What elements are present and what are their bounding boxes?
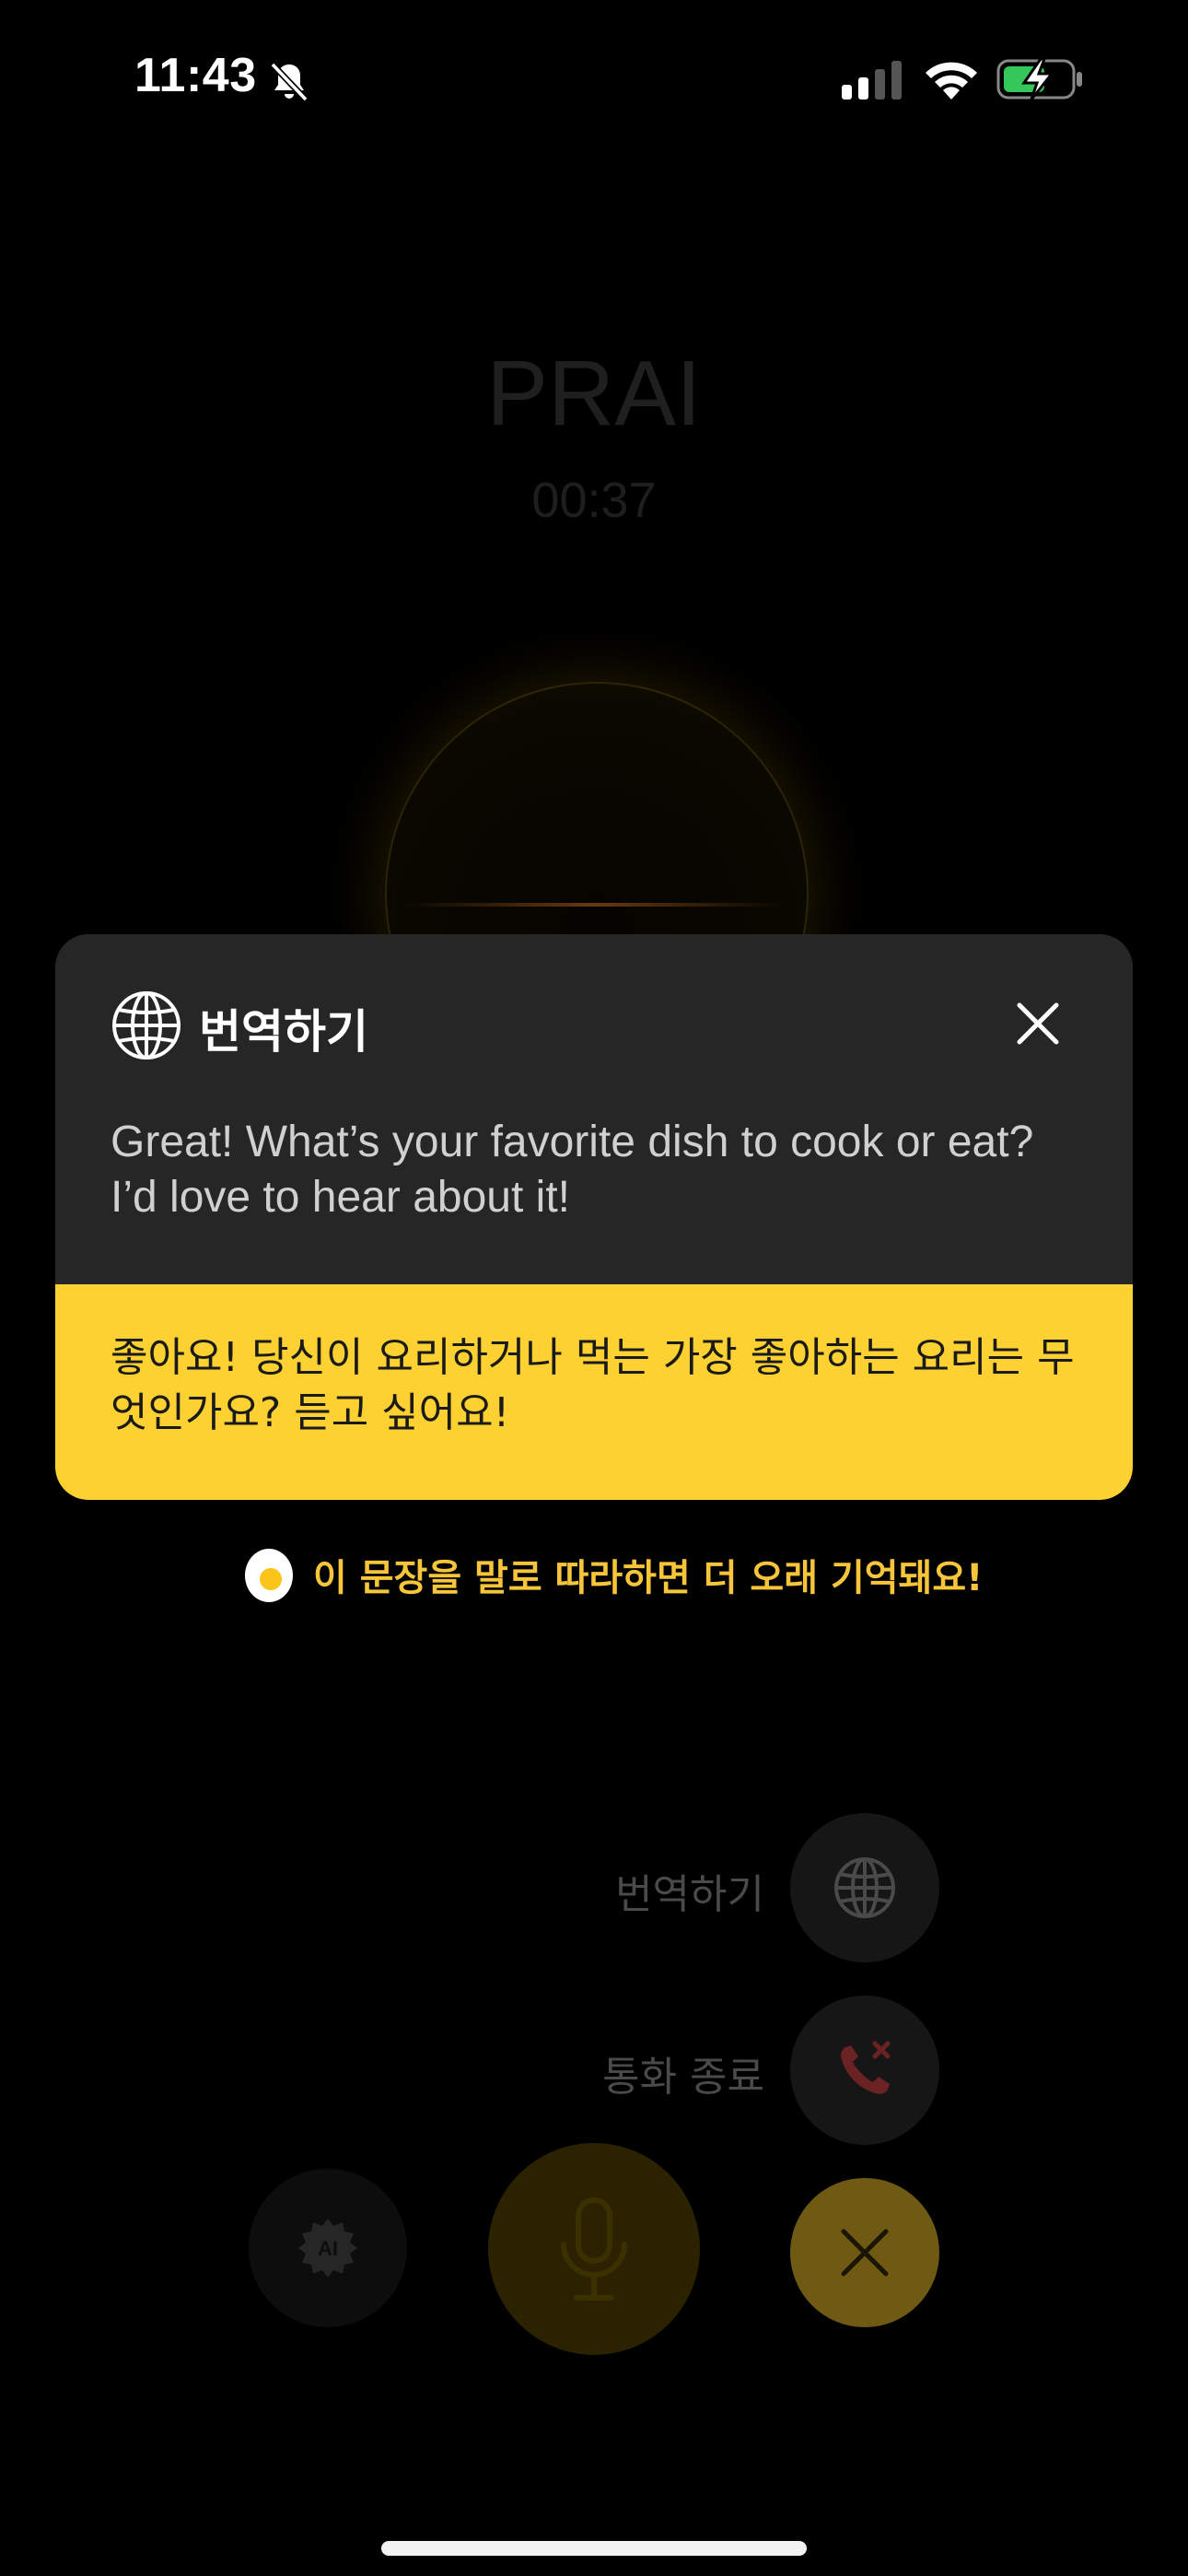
close-icon	[841, 2229, 889, 2277]
wifi-icon	[926, 62, 977, 100]
ai-settings-button[interactable]: AI	[249, 2169, 407, 2327]
battery-charging-icon	[996, 57, 1082, 100]
end-call-button[interactable]	[790, 1996, 939, 2145]
status-time: 11:43	[134, 49, 257, 102]
close-icon[interactable]	[1015, 1001, 1061, 1047]
status-bar: 11:43	[0, 0, 1188, 157]
translation-card-result: 좋아요! 당신이 요리하거나 먹는 가장 좋아하는 요리는 무엇인가요? 듣고 …	[55, 1284, 1133, 1500]
translate-menu-label[interactable]: 번역하기	[615, 1861, 764, 1920]
microphone-button[interactable]	[488, 2143, 700, 2355]
egg-icon	[245, 1549, 293, 1602]
cellular-signal-icon	[842, 61, 902, 100]
bell-slash-icon	[270, 62, 309, 102]
translation-card: 번역하기 Great! What’s your favorite dish to…	[55, 934, 1133, 1500]
call-timer: 00:37	[531, 473, 657, 528]
caller-name: PRAI	[486, 342, 702, 445]
voice-orb-waveform	[405, 903, 783, 907]
svg-text:AI: AI	[318, 2237, 338, 2260]
close-menu-button[interactable]	[790, 2178, 939, 2327]
translate-button[interactable]	[790, 1813, 939, 1962]
end-call-icon	[841, 2041, 891, 2094]
translated-text: 좋아요! 당신이 요리하거나 먹는 가장 좋아하는 요리는 무엇인가요? 듣고 …	[111, 1334, 1075, 1436]
microphone-icon	[561, 2197, 627, 2301]
translation-card-title: 번역하기	[199, 1005, 368, 1059]
globe-icon	[112, 991, 181, 1060]
globe-icon	[834, 1857, 895, 1918]
end-call-menu-label[interactable]: 통화 종료	[602, 2043, 764, 2102]
ai-settings-gear-icon: AI	[298, 2219, 357, 2277]
translation-card-header: 번역하기 Great! What’s your favorite dish to…	[55, 934, 1133, 1284]
original-text: Great! What’s your favorite dish to cook…	[111, 1118, 1034, 1222]
home-indicator[interactable]	[381, 2541, 807, 2556]
tip-text: 이 문장을 말로 따라하면 더 오래 기억돼요!	[313, 1557, 984, 1599]
